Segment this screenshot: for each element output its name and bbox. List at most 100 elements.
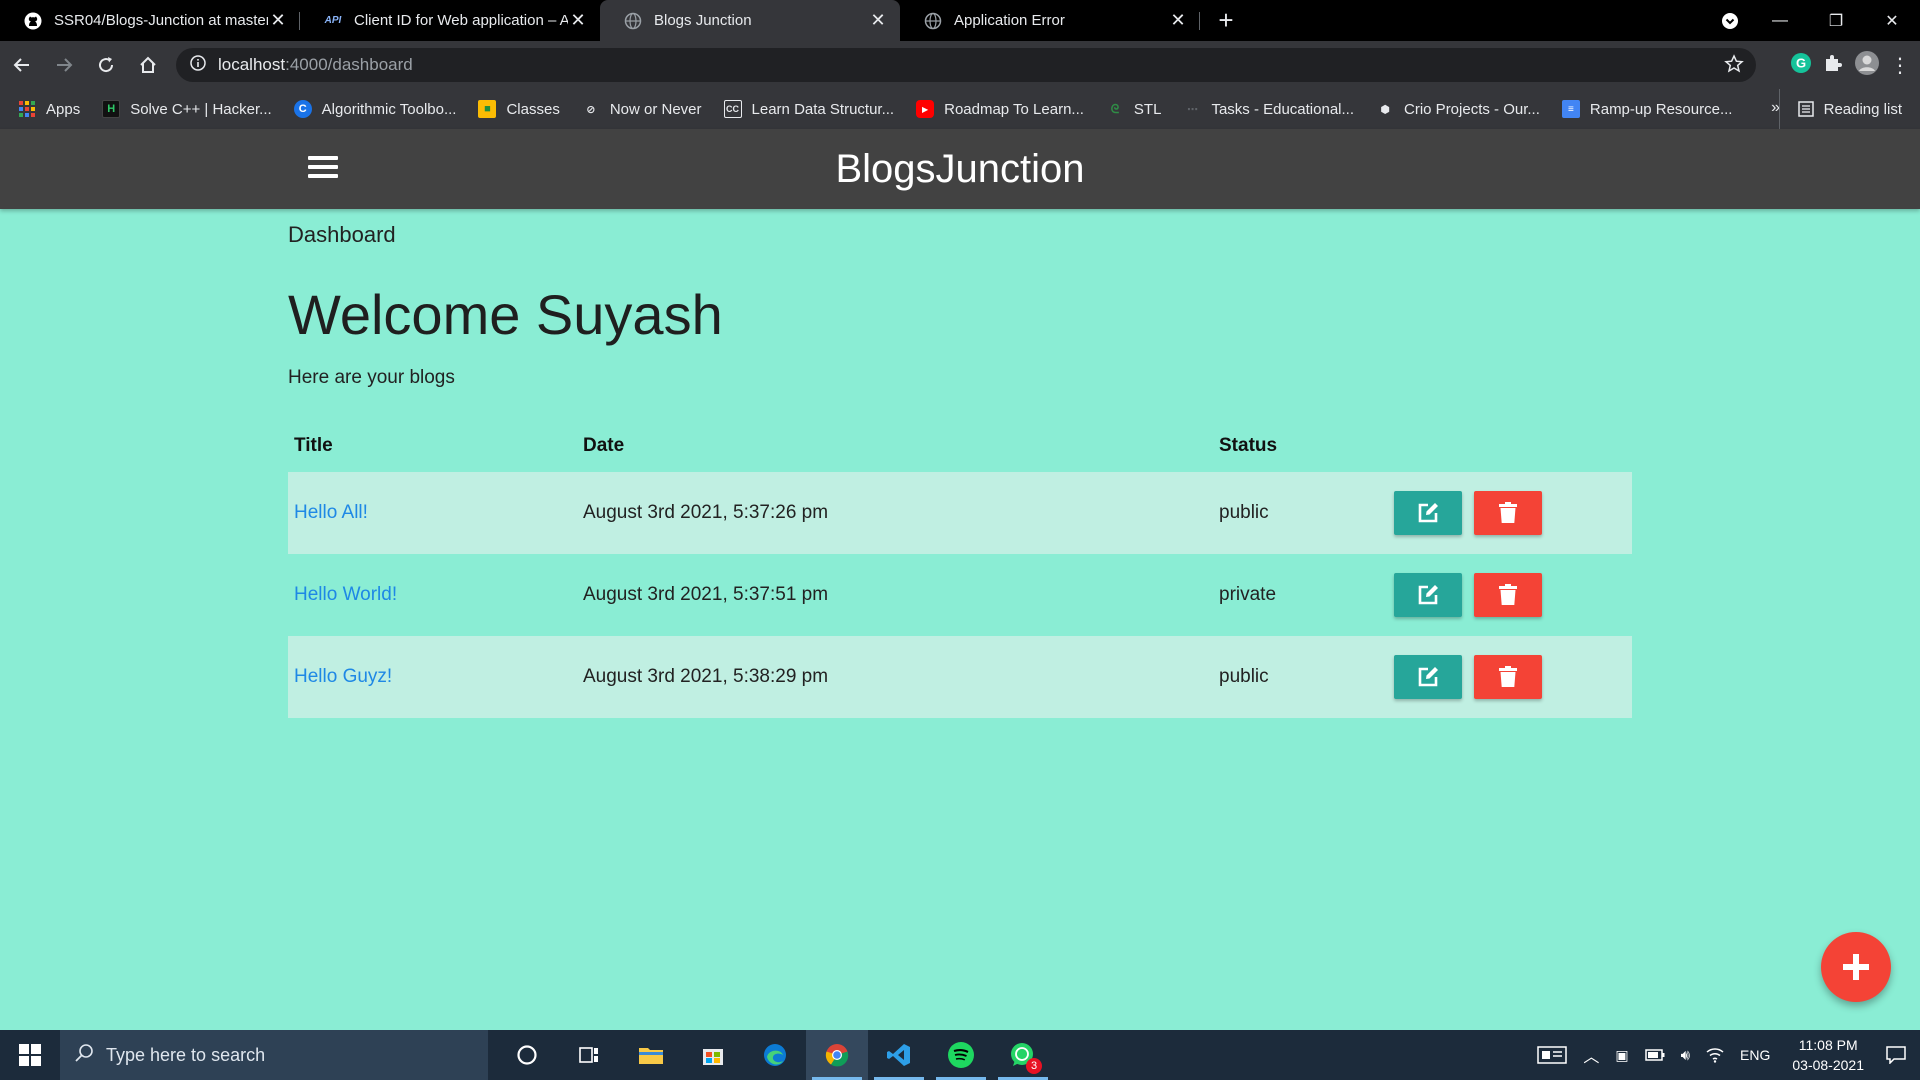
delete-button[interactable] [1474, 573, 1542, 617]
home-icon[interactable] [128, 45, 168, 85]
github-icon [24, 12, 42, 30]
grammarly-icon[interactable]: G [1790, 52, 1812, 79]
blog-status: public [1219, 666, 1269, 687]
bookmark-hackerrank[interactable]: H Solve C++ | Hacker... [102, 100, 272, 118]
news-widget-icon[interactable] [1537, 1045, 1568, 1065]
blog-title-link[interactable]: Hello Guyz! [294, 666, 392, 687]
taskbar-search-box[interactable]: Type here to search [60, 1030, 488, 1080]
restore-icon[interactable]: ❐ [1808, 0, 1864, 41]
table-row: Hello All! August 3rd 2021, 5:37:26 pm p… [288, 472, 1632, 554]
task-view-icon[interactable] [558, 1030, 620, 1080]
new-tab-button[interactable]: + [1206, 0, 1246, 41]
blog-date: August 3rd 2021, 5:37:51 pm [583, 584, 829, 605]
bookmark-tasks[interactable]: ⋯ Tasks - Educational... [1183, 100, 1354, 118]
close-tab-icon[interactable]: ✕ [568, 10, 588, 31]
vscode-icon[interactable] [868, 1030, 930, 1080]
edit-icon [1418, 585, 1438, 605]
edit-button[interactable] [1394, 491, 1462, 535]
bookmark-apps[interactable]: Apps [18, 100, 80, 118]
tab-application-error[interactable]: Application Error ✕ [900, 0, 1200, 41]
tab-search-icon[interactable] [1708, 0, 1752, 41]
address-bar[interactable]: localhost:4000/dashboard [176, 48, 1756, 82]
clock[interactable]: 11:08 PM 03-08-2021 [1792, 1035, 1864, 1075]
bookmark-rampup[interactable]: ≡ Ramp-up Resource... [1561, 100, 1732, 118]
reload-icon[interactable] [86, 45, 126, 85]
docs-icon: ≡ [1561, 100, 1580, 118]
url-text: localhost:4000/dashboard [218, 55, 413, 74]
chrome-taskbar-icon[interactable] [806, 1030, 868, 1080]
blog-title-link[interactable]: Hello All! [294, 502, 368, 523]
blog-status: private [1219, 584, 1277, 605]
add-blog-fab[interactable] [1821, 932, 1891, 1002]
profile-avatar[interactable] [1854, 50, 1880, 81]
chevron-up-icon[interactable]: ︿ [1583, 1043, 1599, 1067]
microsoft-store-icon[interactable] [682, 1030, 744, 1080]
minimize-icon[interactable]: — [1752, 0, 1808, 41]
bookmark-crio[interactable]: ⬢ Crio Projects - Our... [1376, 100, 1540, 118]
page-title: Welcome Suyash [288, 283, 723, 346]
tab-api-client[interactable]: API Client ID for Web application – A ✕ [300, 0, 600, 41]
bookmark-now-or-never[interactable]: ⊘ Now or Never [582, 100, 701, 118]
close-tab-icon[interactable]: ✕ [868, 10, 888, 31]
language-indicator[interactable]: ENG [1740, 1047, 1770, 1063]
battery-icon[interactable] [1644, 1049, 1665, 1061]
spotify-icon[interactable] [930, 1030, 992, 1080]
bookmark-learn-ds[interactable]: CC Learn Data Structur... [723, 100, 894, 118]
whatsapp-icon[interactable]: 3 [992, 1030, 1054, 1080]
app-navbar: BlogsJunction [0, 129, 1920, 209]
tab-github[interactable]: SSR04/Blogs-Junction at master ✕ [0, 0, 300, 41]
gfg-icon: ᘓ [1110, 101, 1120, 116]
crio-icon: ⬢ [1380, 103, 1390, 116]
blog-date: August 3rd 2021, 5:37:26 pm [583, 502, 829, 523]
delete-button[interactable] [1474, 491, 1542, 535]
table-row: Hello World! August 3rd 2021, 5:37:51 pm… [288, 554, 1632, 636]
volume-icon[interactable]: 🔊︎ [1681, 1047, 1690, 1064]
extensions-puzzle-icon[interactable] [1822, 52, 1844, 79]
chrome-menu-icon[interactable]: ⋮ [1890, 53, 1910, 78]
extensions-area: G ⋮ [1790, 48, 1910, 82]
trash-icon [1499, 666, 1517, 687]
column-header-status: Status [1219, 435, 1278, 456]
system-tray: ︿ ▣ 🔊︎ ENG 11:08 PM 03-08-2021 [1529, 1030, 1920, 1080]
apps-grid-icon [18, 100, 36, 118]
column-header-date: Date [583, 435, 625, 456]
clock-date: 03-08-2021 [1792, 1057, 1864, 1073]
notifications-icon[interactable] [1886, 1046, 1906, 1064]
edit-icon [1418, 667, 1438, 687]
close-window-icon[interactable]: ✕ [1864, 0, 1920, 41]
back-icon[interactable] [2, 45, 42, 85]
globe-icon [924, 12, 942, 30]
meet-now-icon[interactable]: ▣ [1615, 1047, 1628, 1064]
site-info-icon[interactable] [190, 54, 206, 76]
window-controls: — ❐ ✕ [1708, 0, 1920, 41]
cortana-icon[interactable] [496, 1030, 558, 1080]
browser-toolbar: localhost:4000/dashboard G ⋮ [0, 41, 1920, 89]
wifi-icon[interactable] [1706, 1047, 1724, 1063]
search-icon [74, 1043, 94, 1068]
close-tab-icon[interactable]: ✕ [268, 10, 288, 31]
bookmark-classes[interactable]: ■ Classes [478, 100, 560, 118]
blog-title-link[interactable]: Hello World! [294, 584, 397, 605]
edit-button[interactable] [1394, 573, 1462, 617]
close-tab-icon[interactable]: ✕ [1168, 10, 1188, 31]
reading-list-icon [1797, 101, 1814, 117]
bookmark-roadmap[interactable]: ▶ Roadmap To Learn... [916, 100, 1084, 118]
file-explorer-icon[interactable] [620, 1030, 682, 1080]
table-header: Title Date Status [288, 420, 1632, 472]
brand-logo[interactable]: BlogsJunction [0, 147, 1920, 192]
api-icon: API [324, 15, 342, 26]
windows-start-icon[interactable] [0, 1030, 60, 1080]
cc-icon: CC [723, 100, 742, 118]
svg-text:G: G [1796, 55, 1806, 70]
edit-icon [1418, 503, 1438, 523]
reading-list-button[interactable]: Reading list [1778, 89, 1902, 129]
edge-icon[interactable] [744, 1030, 806, 1080]
bookmark-coursera[interactable]: C Algorithmic Toolbo... [293, 100, 456, 118]
bookmark-star-icon[interactable] [1724, 54, 1744, 79]
edit-button[interactable] [1394, 655, 1462, 699]
classroom-icon: ■ [478, 100, 497, 118]
forward-icon[interactable] [44, 45, 84, 85]
tab-blogs-junction[interactable]: Blogs Junction ✕ [600, 0, 900, 41]
delete-button[interactable] [1474, 655, 1542, 699]
bookmark-stl[interactable]: ᘓ STL [1106, 100, 1162, 118]
